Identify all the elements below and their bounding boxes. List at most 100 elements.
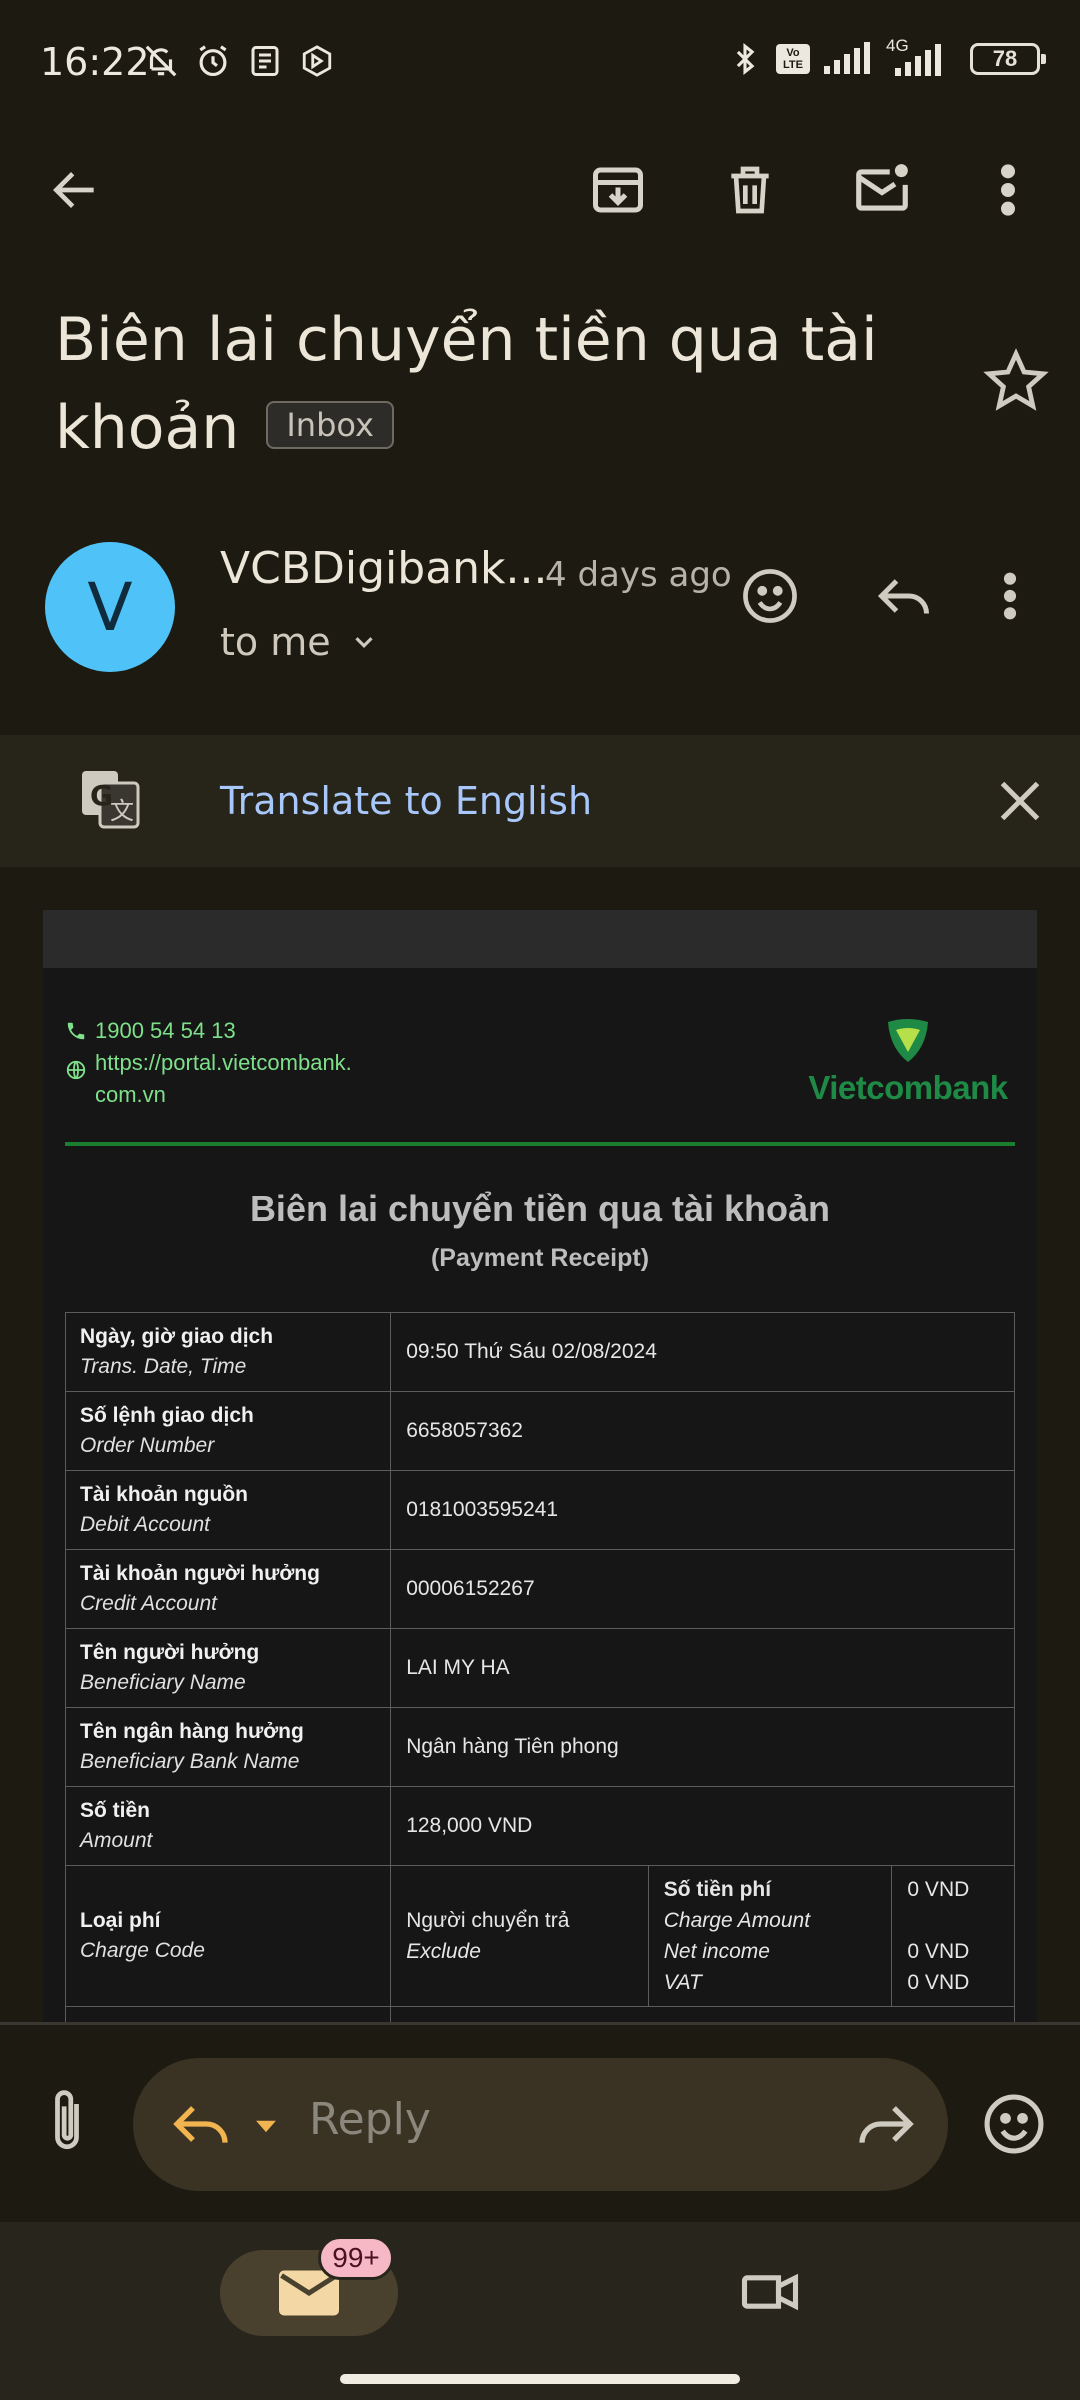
sender-avatar[interactable]: V xyxy=(45,542,175,672)
volte-icon: Vo LTE xyxy=(776,44,810,74)
receipt-value: LAI MY HA xyxy=(390,1628,1015,1708)
vat-label: VAT xyxy=(663,1971,702,1994)
tab-meet[interactable] xyxy=(736,2258,804,2326)
label-vi: Số tiền xyxy=(80,1799,151,1822)
forward-icon xyxy=(859,2106,914,2143)
reply-options-dropdown[interactable] xyxy=(249,2108,283,2142)
reply-mode-button[interactable] xyxy=(169,2092,233,2156)
label-en: Order Number xyxy=(80,1434,215,1457)
mark-unread-icon xyxy=(856,164,908,211)
phone-row[interactable]: 1900 54 54 13 xyxy=(65,1015,352,1047)
receipt-row: Tên ngân hàng hưởng Beneficiary Bank Name… xyxy=(64,1707,1015,1787)
video-camera-icon xyxy=(741,2273,799,2311)
receipt-label-cell: Số lệnh giao dịch Order Number xyxy=(64,1391,392,1471)
bluetooth-icon xyxy=(726,40,764,78)
phone-number[interactable]: 1900 54 54 13 xyxy=(95,1015,236,1047)
receipt-value: 128,000 VND xyxy=(390,1786,1015,1866)
fee-amount: 0 VND xyxy=(907,1878,970,1901)
label-en: Beneficiary Name xyxy=(80,1671,246,1694)
delete-button[interactable] xyxy=(710,150,790,230)
label-vi: Tên ngân hàng hưởng xyxy=(80,1720,304,1743)
receipt-row: Số tiền Amount 128,000 VND xyxy=(64,1786,1015,1866)
more-options-button[interactable] xyxy=(968,150,1048,230)
inbox-label-chip[interactable]: Inbox xyxy=(266,401,394,450)
label-en: Beneficiary Bank Name xyxy=(80,1750,300,1773)
globe-icon xyxy=(66,1060,86,1080)
header-divider xyxy=(65,1142,1015,1146)
sent-time: 4 days ago xyxy=(545,555,732,595)
label-en: Credit Account xyxy=(80,1592,217,1615)
add-reaction-button[interactable] xyxy=(732,558,808,634)
message-more-button[interactable] xyxy=(982,558,1038,634)
more-vert-icon xyxy=(1003,572,1017,620)
receipt-label-cell xyxy=(64,2006,392,2022)
receipt-value xyxy=(390,2006,1015,2022)
forward-button[interactable] xyxy=(854,2092,918,2156)
charge-type-en: Exclude xyxy=(406,1940,481,1963)
sender-name[interactable]: VCBDigibank... xyxy=(220,543,548,594)
archive-button[interactable] xyxy=(578,150,658,230)
status-icons-right: Vo LTE 4G 78 xyxy=(726,36,1046,78)
close-translate-button[interactable] xyxy=(990,771,1050,831)
signal-icon xyxy=(822,40,874,78)
4g-signal-icon: 4G xyxy=(886,36,952,78)
bing-icon xyxy=(298,42,336,80)
vat-value: 0 VND xyxy=(907,1971,970,1994)
email-body: 1900 54 54 13 https://portal.vietcombank… xyxy=(43,910,1037,2022)
receipt-value: 00006152267 xyxy=(390,1549,1015,1629)
star-button[interactable] xyxy=(980,345,1052,417)
charge-labels-cell: Số tiền phí Charge Amount Net income VAT xyxy=(647,1865,893,2007)
label-en: Trans. Date, Time xyxy=(80,1355,247,1378)
receipt-label-cell: Tên ngân hàng hưởng Beneficiary Bank Name xyxy=(64,1707,392,1787)
phone-icon xyxy=(67,1022,85,1040)
trash-icon xyxy=(731,166,769,214)
website-link[interactable]: https://portal.vietcombank. com.vn xyxy=(95,1047,352,1111)
home-indicator[interactable] xyxy=(340,2374,740,2384)
website-row[interactable]: https://portal.vietcombank. com.vn xyxy=(65,1047,352,1111)
fee-label-vi: Số tiền phí xyxy=(663,1878,772,1901)
chevron-down-icon xyxy=(355,637,373,648)
label-vi: Tên người hưởng xyxy=(80,1641,260,1664)
svg-text:文: 文 xyxy=(110,797,134,825)
receipt-row: Tài khoản người hưởng Credit Account 00006… xyxy=(64,1549,1015,1629)
net-income-value: 0 VND xyxy=(907,1940,970,1963)
receipt-label-cell: Tài khoản người hưởng Credit Account xyxy=(64,1549,392,1629)
reply-button[interactable] xyxy=(866,558,942,634)
label-en: Debit Account xyxy=(80,1513,210,1536)
receipt-title: Biên lai chuyển tiền qua tài khoản xyxy=(249,1188,831,1229)
receipt-table-body: Ngày, giờ giao dịch Trans. Date, Time 09:5… xyxy=(64,1312,1015,2022)
receipt-row: Tên người hưởng Beneficiary Name LAI MY HA xyxy=(64,1628,1015,1708)
back-button[interactable] xyxy=(35,150,115,230)
translate-link[interactable]: Translate to English xyxy=(220,779,592,823)
label-vi: Tài khoản nguồn xyxy=(80,1483,248,1506)
label-en: Amount xyxy=(80,1829,153,1852)
fee-label-en: Charge Amount xyxy=(663,1909,811,1932)
receipt-value: Ngân hàng Tiên phong xyxy=(390,1707,1015,1787)
receipt-row-charge: Loại phí Charge Code Người chuyển trả Exclu… xyxy=(64,1865,1015,2007)
mark-unread-button[interactable] xyxy=(842,150,922,230)
emoji-button[interactable] xyxy=(980,2090,1048,2158)
reply-composer[interactable]: Reply xyxy=(133,2058,948,2191)
receipt-row-partial xyxy=(64,2006,1015,2022)
status-bar: 16:22 Vo LTE 4G 78 xyxy=(0,0,1080,130)
recipient-details-toggle[interactable]: to me xyxy=(220,620,379,664)
bottom-navigation: 99+ xyxy=(0,2222,1080,2400)
reply-input[interactable]: Reply xyxy=(309,2094,431,2145)
attach-button[interactable] xyxy=(38,2085,96,2161)
vietcombank-logo: Vietcombank xyxy=(803,1018,1013,1107)
reply-icon xyxy=(877,579,929,614)
vietcombank-emblem-icon xyxy=(888,1019,928,1062)
receipt-table: Ngày, giờ giao dịch Trans. Date, Time 09:5… xyxy=(64,1312,1015,2022)
receipt-row: Số lệnh giao dịch Order Number 6658057362 xyxy=(64,1391,1015,1471)
archive-icon xyxy=(593,167,643,213)
receipt-value: 0181003595241 xyxy=(390,1470,1015,1550)
receipt-label-cell: Số tiền Amount xyxy=(64,1786,392,1866)
status-time: 16:22 xyxy=(40,40,150,84)
email-subject: Biên lai chuyển tiền qua tài khoản Inbox xyxy=(55,296,935,472)
emoji-icon xyxy=(743,569,797,623)
receipt-label-cell: Tên người hưởng Beneficiary Name xyxy=(64,1628,392,1708)
charge-type-cell: Người chuyển trả Exclude xyxy=(390,1865,649,2007)
news-icon xyxy=(246,42,284,80)
label-vi: Loại phí xyxy=(80,1909,161,1932)
email-header-band xyxy=(43,910,1037,968)
